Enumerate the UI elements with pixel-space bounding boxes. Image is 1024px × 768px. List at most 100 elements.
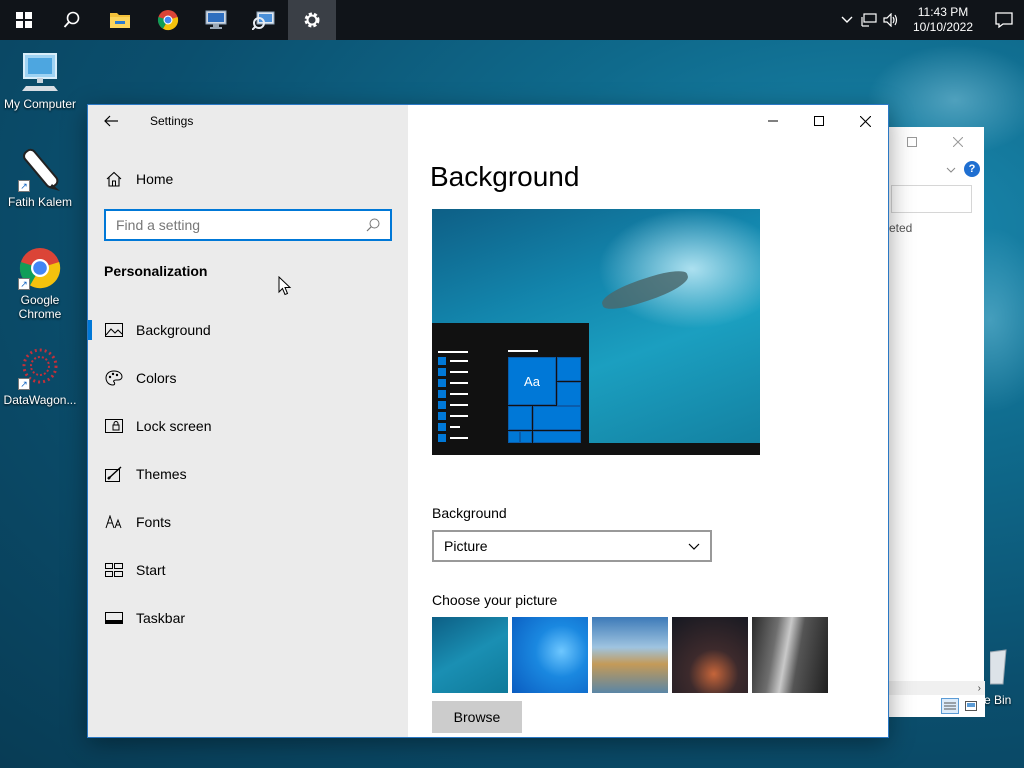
start-icon (16, 12, 32, 28)
desktop-icon-label: DataWagon... (3, 393, 77, 407)
start-layout-icon (104, 560, 124, 580)
explorer-titlebar (889, 127, 984, 157)
mouse-pointer-icon (278, 276, 292, 296)
chevron-right-icon[interactable]: › (978, 683, 981, 694)
picture-thumbnails (432, 617, 828, 693)
choose-picture-label: Choose your picture (432, 592, 558, 608)
explorer-address-field[interactable] (891, 185, 972, 213)
nav-item-lock-screen[interactable]: Lock screen (88, 402, 408, 450)
nav-item-background[interactable]: Background (88, 306, 408, 354)
search-icon (63, 11, 80, 28)
nav-item-label: Themes (136, 466, 187, 482)
taskbar-settings[interactable] (288, 0, 336, 40)
shortcut-arrow-icon: ↗ (18, 378, 30, 390)
search-input[interactable] (116, 217, 366, 233)
minimize-icon (768, 120, 778, 122)
desktop-icon-my-computer[interactable]: My Computer (0, 50, 80, 111)
details-view-icon[interactable] (941, 698, 959, 714)
settings-titlebar-left: Settings (88, 105, 193, 137)
action-center-button[interactable] (984, 0, 1024, 40)
explorer-horizontal-scrollbar[interactable]: › (889, 681, 985, 695)
settings-icon (304, 12, 320, 28)
picture-thumbnail-underwater[interactable] (432, 617, 508, 693)
picture-thumbnail-night-sky[interactable] (672, 617, 748, 693)
file-explorer-icon (110, 13, 130, 28)
maximize-icon (814, 116, 824, 126)
picture-thumbnail-rock[interactable] (752, 617, 828, 693)
tray-network-button[interactable] (858, 0, 880, 40)
explorer-status-bar (889, 695, 985, 717)
background-type-dropdown[interactable]: Picture (432, 530, 712, 562)
notification-icon (995, 12, 1013, 28)
back-button[interactable] (88, 105, 134, 137)
desktop-icon-datawagon[interactable]: ↗ DataWagon... (0, 346, 80, 407)
browse-button[interactable]: Browse (432, 701, 522, 733)
page-title: Background (430, 161, 580, 192)
nav-item-colors[interactable]: Colors (88, 354, 408, 402)
datawagon-icon: ↗ (18, 346, 62, 390)
close-icon (953, 137, 963, 147)
nav-item-label: Fonts (136, 514, 172, 530)
taskbar-search-button[interactable] (48, 0, 96, 40)
back-arrow-icon (104, 115, 118, 127)
taskbar-file-explorer[interactable] (96, 0, 144, 40)
background-explorer-window: ? eted › (888, 127, 985, 717)
clock-time: 11:43 PM (917, 5, 969, 19)
clock-date: 10/10/2022 (912, 20, 974, 34)
background-type-label: Background (432, 505, 507, 521)
nav-item-start[interactable]: Start (88, 546, 408, 594)
desktop-icon-fatih-kalem[interactable]: ↗ Fatih Kalem (0, 148, 80, 209)
home-label: Home (136, 171, 174, 187)
tray-volume-button[interactable] (880, 0, 902, 40)
network-wired-icon (861, 13, 877, 27)
taskbar-remote-desktop[interactable] (192, 0, 240, 40)
preview-tile-text: Aa (508, 357, 556, 405)
maximize-button[interactable] (796, 105, 842, 137)
minimize-button[interactable] (750, 105, 796, 137)
picture-thumbnail-windows[interactable] (512, 617, 588, 693)
picture-thumbnail-beach[interactable] (592, 617, 668, 693)
taskbar-chrome[interactable] (144, 0, 192, 40)
start-button[interactable] (0, 0, 48, 40)
desktop-icon-label: Fatih Kalem (7, 195, 73, 209)
explorer-maximize-button[interactable] (889, 127, 935, 157)
tray-overflow-button[interactable] (836, 0, 858, 40)
home-link[interactable]: Home (104, 165, 173, 193)
personalization-nav: Background Colors Lock screen Themes Fon… (88, 306, 408, 642)
close-button[interactable] (842, 105, 888, 137)
shortcut-arrow-icon: ↗ (18, 180, 30, 192)
desktop-icon-label: My Computer (3, 97, 77, 111)
maximize-icon (907, 137, 917, 147)
large-icons-view-icon[interactable] (963, 699, 979, 713)
taskbar-icon (104, 608, 124, 628)
desktop-icon-label: Google Chrome (18, 293, 62, 321)
nav-item-taskbar[interactable]: Taskbar (88, 594, 408, 642)
app-title: Settings (150, 114, 194, 128)
volume-icon (883, 13, 898, 27)
nav-item-label: Taskbar (136, 610, 186, 626)
chevron-down-icon[interactable] (946, 162, 956, 176)
chevron-down-icon (688, 543, 700, 550)
nav-item-themes[interactable]: Themes (88, 450, 408, 498)
fonts-icon (104, 512, 124, 532)
picture-icon (104, 320, 124, 340)
taskbar-network-app[interactable] (240, 0, 288, 40)
nav-item-fonts[interactable]: Fonts (88, 498, 408, 546)
taskbar-clock[interactable]: 11:43 PM 10/10/2022 (908, 5, 978, 35)
pen-app-icon: ↗ (18, 148, 62, 192)
settings-sidebar: Settings Home Personalization Background (88, 105, 408, 737)
chrome-icon (157, 10, 179, 31)
explorer-close-button[interactable] (935, 127, 981, 157)
desktop-icon-google-chrome[interactable]: ↗ Google Chrome (0, 246, 80, 321)
help-icon[interactable]: ? (964, 161, 980, 177)
explorer-partial-text: eted (889, 221, 913, 235)
settings-search-box[interactable] (104, 209, 392, 241)
close-icon (859, 115, 871, 127)
recycle-bin-icon (980, 648, 1020, 688)
nav-item-label: Background (136, 322, 211, 338)
background-preview: Aa (432, 209, 760, 455)
preview-taskbar (432, 443, 760, 455)
chevron-up-icon (841, 16, 853, 23)
section-title: Personalization (104, 263, 208, 279)
lock-screen-icon (104, 416, 124, 436)
